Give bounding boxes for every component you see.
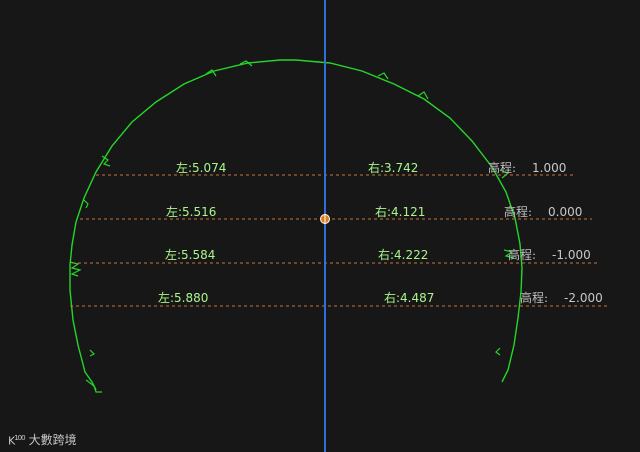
left-distance-label: 左:5.074 bbox=[176, 161, 227, 175]
tunnel-profile-canvas bbox=[69, 0, 608, 452]
elevation-guide-lines bbox=[70, 174, 608, 307]
tunnel-profile-viewport[interactable]: 左:5.074 右:3.742 高程: 1.000 左:5.516 右:4.121… bbox=[0, 0, 640, 452]
elevation-label: 高程: 1.000 bbox=[488, 161, 566, 175]
center-marker-icon[interactable] bbox=[320, 214, 330, 224]
left-distance-label: 左:5.516 bbox=[166, 205, 217, 219]
elevation-value: 1.000 bbox=[532, 161, 567, 175]
elevation-label: 高程: -1.000 bbox=[508, 248, 591, 262]
brand-logo-icon: K100 bbox=[8, 434, 26, 448]
right-distance-label: 右:4.222 bbox=[378, 248, 429, 262]
tunnel-profile-curve bbox=[69, 59, 523, 391]
elevation-label: 高程: -2.000 bbox=[520, 291, 603, 305]
right-distance-label: 右:4.487 bbox=[384, 291, 435, 305]
elevation-caption: 高程: bbox=[488, 161, 517, 175]
watermark: K100 大數跨境 bbox=[8, 430, 77, 450]
right-distance-label: 右:4.121 bbox=[375, 205, 426, 219]
elevation-caption: 高程: bbox=[508, 248, 537, 262]
scan-noise bbox=[69, 60, 515, 393]
left-distance-label: 左:5.584 bbox=[165, 248, 216, 262]
elevation-value: -2.000 bbox=[564, 291, 603, 305]
elevation-label: 高程: 0.000 bbox=[504, 205, 582, 219]
watermark-text: 大數跨境 bbox=[28, 432, 77, 447]
left-distance-label: 左:5.880 bbox=[158, 291, 209, 305]
elevation-value: -1.000 bbox=[552, 248, 591, 262]
right-distance-label: 右:3.742 bbox=[368, 161, 419, 175]
elevation-caption: 高程: bbox=[520, 291, 549, 305]
elevation-caption: 高程: bbox=[504, 205, 533, 219]
elevation-value: 0.000 bbox=[548, 205, 583, 219]
